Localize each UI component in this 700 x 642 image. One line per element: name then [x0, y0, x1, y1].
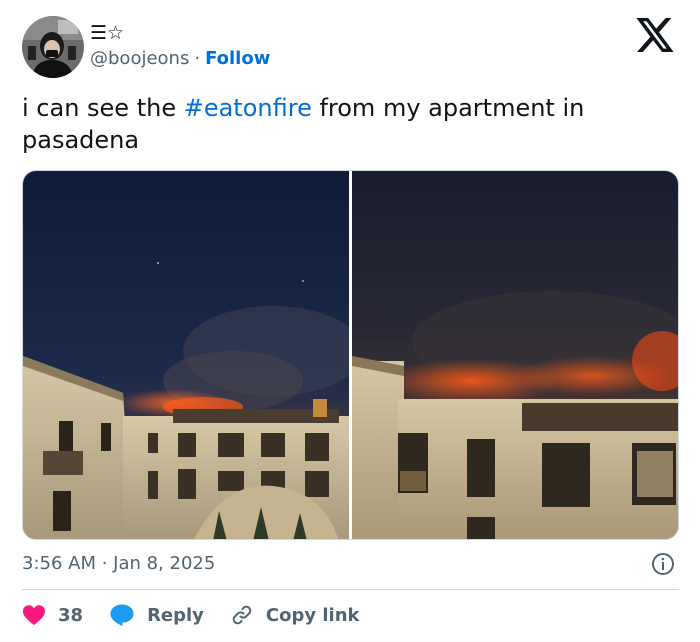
author-display-name[interactable]: ☰☆: [90, 22, 124, 44]
heart-icon: [23, 605, 45, 625]
like-button[interactable]: 38: [22, 604, 83, 626]
photo-fire-skyline-left[interactable]: [23, 171, 363, 539]
photo-fire-skyline-right[interactable]: [352, 171, 678, 539]
tweet-text: i can see the #eatonfire from my apartme…: [22, 92, 672, 156]
media-grid: [22, 170, 679, 540]
link-icon: [232, 605, 252, 625]
hashtag-link[interactable]: #eatonfire: [184, 94, 312, 122]
avatar[interactable]: [22, 16, 84, 78]
copy-link-label: Copy link: [265, 604, 360, 626]
copy-link-button[interactable]: Copy link: [230, 603, 360, 627]
separator-dot: ·: [194, 48, 201, 69]
reply-button[interactable]: Reply: [109, 603, 204, 627]
tweet-text-before: i can see the: [22, 94, 184, 122]
reply-bubble-icon: [110, 604, 134, 626]
x-logo-icon[interactable]: [636, 18, 674, 52]
likes-count: 38: [58, 604, 84, 626]
author-handle-row: @boojeons · Follow: [90, 48, 270, 70]
author-handle[interactable]: @boojeons: [90, 48, 189, 69]
follow-link[interactable]: Follow: [205, 48, 270, 69]
reply-label: Reply: [147, 604, 204, 626]
avatar-image: [22, 16, 84, 78]
info-icon[interactable]: [651, 552, 675, 576]
tweet-embed-card: ☰☆ @boojeons · Follow i can see the #eaton…: [0, 0, 700, 642]
action-bar: 38 Reply Copy link: [22, 600, 386, 630]
tweet-timestamp[interactable]: 3:56 AM · Jan 8, 2025: [22, 552, 215, 576]
divider: [22, 589, 679, 590]
